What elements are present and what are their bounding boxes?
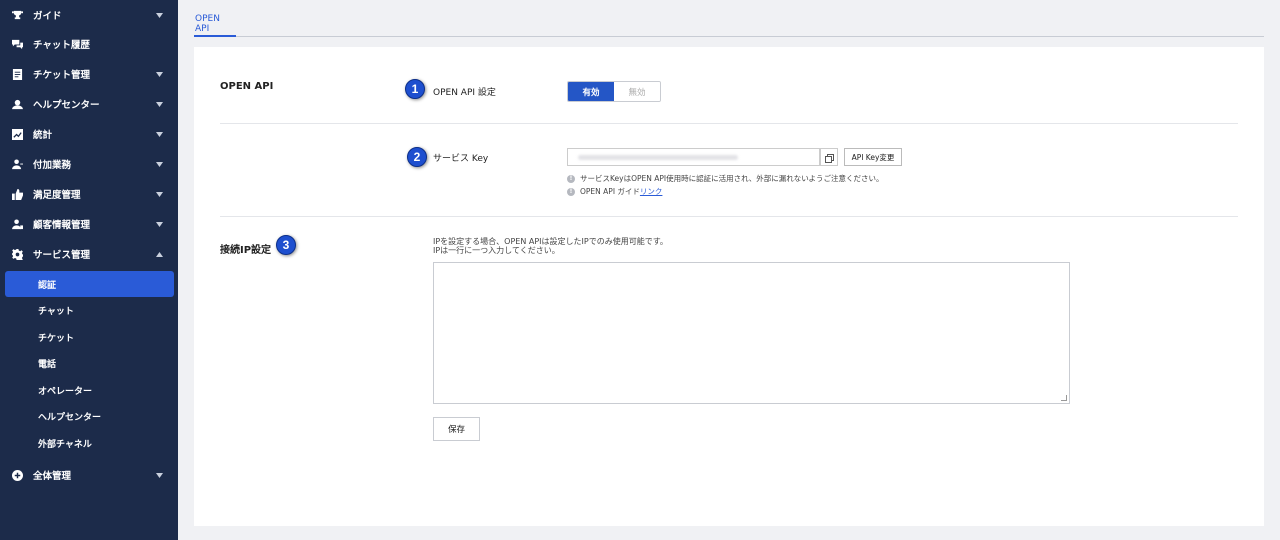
resize-handle[interactable] bbox=[1061, 395, 1067, 401]
headset-icon bbox=[11, 98, 23, 110]
sidebar-item-guide[interactable]: ガイド bbox=[0, 2, 178, 28]
section-title-open-api: OPEN API bbox=[220, 81, 274, 92]
save-button[interactable]: 保存 bbox=[433, 417, 480, 441]
sidebar-subitem-label: 電話 bbox=[38, 359, 57, 370]
sidebar-item-label: 付加業務 bbox=[33, 160, 72, 171]
api-guide-link[interactable]: リンク bbox=[640, 186, 663, 197]
sidebar-item-label: ガイド bbox=[33, 11, 62, 22]
sidebar-item-label: 全体管理 bbox=[33, 471, 72, 482]
sidebar-subitem-label: チケット bbox=[38, 333, 75, 344]
chat-icon bbox=[11, 38, 23, 50]
service-key-masked-value bbox=[578, 155, 738, 160]
sidebar-subitem-label: 外部チャネル bbox=[38, 439, 92, 450]
ip-help-text-2: IPは一行に一つ入力してください。 bbox=[433, 246, 560, 255]
sidebar-subitem-label: オペレーター bbox=[38, 386, 93, 397]
sidebar-item-overall-management[interactable]: 全体管理 bbox=[0, 462, 178, 488]
divider bbox=[220, 123, 1238, 124]
step-badge-2: 2 bbox=[407, 147, 427, 167]
chevron-down-icon bbox=[155, 190, 163, 198]
sidebar-item-label: チケット管理 bbox=[33, 70, 91, 81]
divider bbox=[220, 216, 1238, 217]
open-api-toggle: 有効 無効 bbox=[567, 81, 661, 102]
gear-icon bbox=[11, 248, 23, 260]
tab-open-api[interactable]: OPEN API bbox=[194, 12, 236, 37]
sidebar-subitem-help-center[interactable]: ヘルプセンター bbox=[5, 403, 174, 429]
thumbs-up-icon bbox=[11, 188, 23, 200]
service-key-label: サービス Key bbox=[433, 154, 489, 164]
main-panel: OPEN API 1 OPEN API 設定 有効 無効 2 サービス Key … bbox=[194, 47, 1264, 526]
copy-button[interactable] bbox=[820, 148, 838, 166]
chart-icon bbox=[11, 128, 23, 140]
service-key-field[interactable] bbox=[567, 148, 820, 166]
sidebar-subitem-chat[interactable]: チャット bbox=[5, 297, 174, 323]
service-key-note-text: サービスKeyはOPEN API使用時に認証に活用され、外部に漏れないようご注意… bbox=[580, 174, 884, 183]
sidebar-item-label: サービス管理 bbox=[33, 250, 91, 261]
toggle-disabled-button[interactable]: 無効 bbox=[614, 82, 660, 101]
sidebar-item-label: ヘルプセンター bbox=[33, 100, 100, 111]
exclamation-icon: ! bbox=[567, 187, 575, 196]
chevron-down-icon bbox=[155, 220, 163, 228]
toggle-enabled-button[interactable]: 有効 bbox=[568, 82, 614, 101]
sidebar-subitem-auth[interactable]: 認証 bbox=[5, 271, 174, 297]
chevron-down-icon bbox=[155, 471, 163, 479]
exclamation-icon: ! bbox=[567, 174, 575, 183]
api-guide-note: ! OPEN API ガイド リンク bbox=[567, 186, 662, 197]
chevron-down-icon bbox=[155, 160, 163, 168]
person-icon bbox=[11, 158, 23, 170]
chevron-up-icon bbox=[155, 250, 163, 258]
step-badge-1: 1 bbox=[405, 79, 425, 99]
document-icon bbox=[11, 68, 23, 80]
plus-circle-icon bbox=[11, 469, 23, 481]
api-guide-text: OPEN API ガイド bbox=[580, 187, 640, 196]
chevron-down-icon bbox=[155, 70, 163, 78]
sidebar-item-satisfaction[interactable]: 満足度管理 bbox=[0, 181, 178, 207]
sidebar-item-label: 統計 bbox=[33, 130, 53, 141]
step-badge-3: 3 bbox=[276, 235, 296, 255]
sidebar-item-service-management[interactable]: サービス管理 bbox=[0, 241, 178, 267]
sidebar-subitem-label: チャット bbox=[38, 306, 74, 317]
sidebar-item-customer-info[interactable]: 顧客情報管理 bbox=[0, 211, 178, 237]
sidebar-subitem-label: 認証 bbox=[38, 280, 57, 291]
trophy-icon bbox=[11, 9, 23, 21]
sidebar-subitem-external-channel[interactable]: 外部チャネル bbox=[5, 430, 174, 456]
sidebar: ガイド チャット履歴 チケット管理 ヘルプセンター 統計 付加業務 満足度管理 … bbox=[0, 0, 178, 540]
open-api-setting-label: OPEN API 設定 bbox=[433, 88, 496, 98]
sidebar-item-label: 顧客情報管理 bbox=[33, 220, 91, 231]
sidebar-item-help-center[interactable]: ヘルプセンター bbox=[0, 91, 178, 117]
sidebar-subitem-label: ヘルプセンター bbox=[38, 412, 102, 423]
sidebar-item-chat-history[interactable]: チャット履歴 bbox=[0, 31, 178, 57]
api-key-change-button[interactable]: API Key変更 bbox=[844, 148, 902, 166]
chevron-down-icon bbox=[155, 130, 163, 138]
chevron-down-icon bbox=[155, 100, 163, 108]
service-key-note: ! サービスKeyはOPEN API使用時に認証に活用され、外部に漏れないようご… bbox=[567, 173, 884, 184]
person-card-icon bbox=[11, 218, 23, 230]
tab-bar: OPEN API bbox=[194, 12, 1264, 37]
sidebar-subitem-phone[interactable]: 電話 bbox=[5, 350, 174, 376]
sidebar-item-ticket-management[interactable]: チケット管理 bbox=[0, 61, 178, 87]
sidebar-item-label: チャット履歴 bbox=[33, 40, 90, 51]
chevron-down-icon bbox=[155, 11, 163, 19]
sidebar-subitem-operator[interactable]: オペレーター bbox=[5, 377, 174, 403]
sidebar-item-additional-tasks[interactable]: 付加業務 bbox=[0, 151, 178, 177]
copy-icon bbox=[824, 148, 834, 167]
sidebar-subitem-ticket[interactable]: チケット bbox=[5, 324, 174, 350]
section-title-ip: 接続IP設定 bbox=[220, 245, 272, 256]
sidebar-item-statistics[interactable]: 統計 bbox=[0, 121, 178, 147]
ip-input-textarea[interactable] bbox=[433, 262, 1070, 404]
sidebar-item-label: 満足度管理 bbox=[33, 190, 81, 201]
